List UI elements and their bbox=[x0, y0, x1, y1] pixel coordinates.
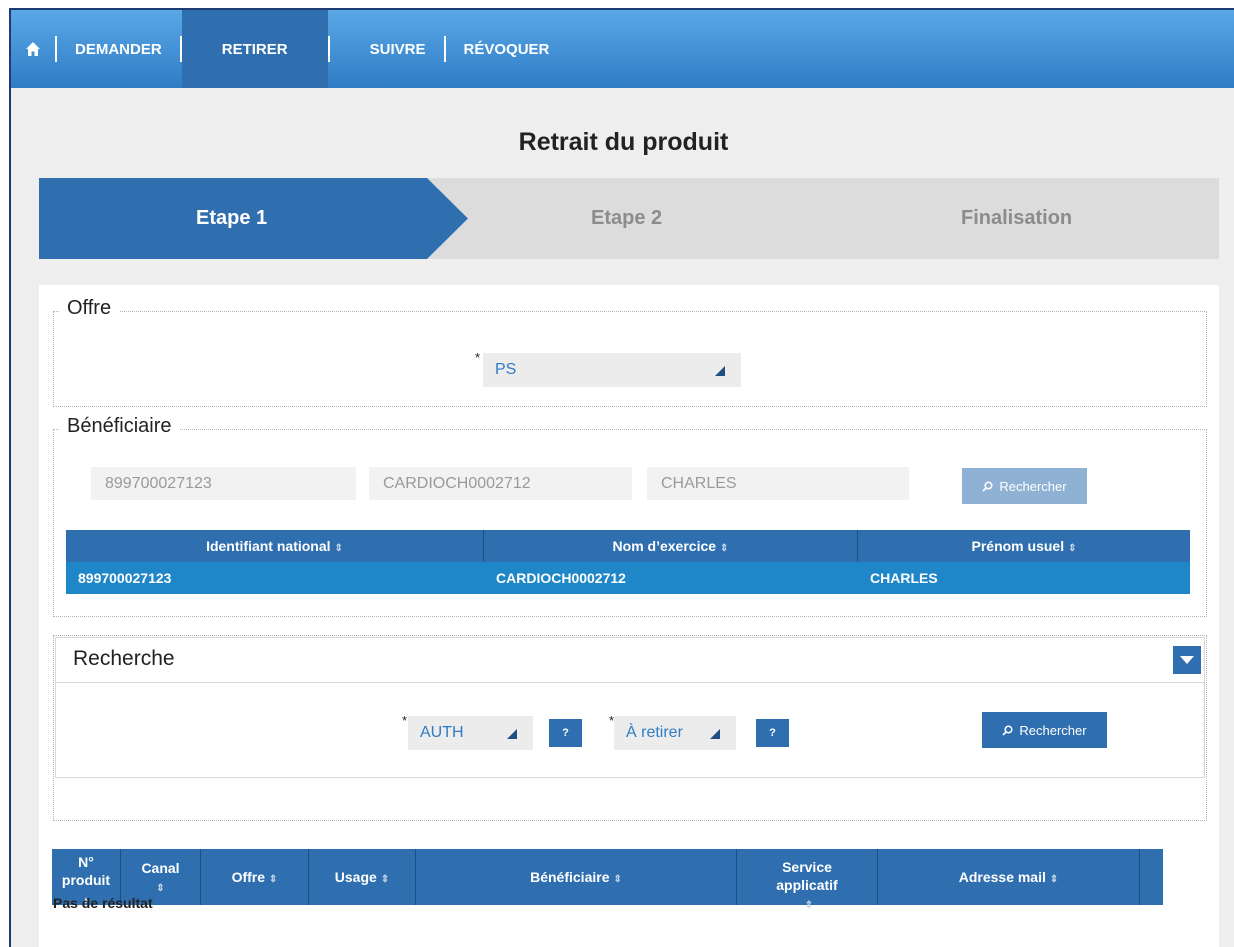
recherche-header: Recherche bbox=[56, 638, 1204, 683]
offre-select[interactable]: PS bbox=[483, 353, 741, 387]
nav-item-demander[interactable]: DEMANDER bbox=[57, 10, 180, 88]
column-label: Service applicatif bbox=[776, 859, 838, 893]
chevron-down-icon bbox=[1180, 655, 1194, 664]
offre-legend: Offre bbox=[59, 297, 120, 320]
sort-icon: ⇕ bbox=[156, 883, 165, 894]
dropdown-arrow-icon bbox=[715, 366, 725, 376]
recherche-panel: Recherche * AUTH ? * À retirer ? Recherc… bbox=[55, 637, 1205, 778]
type-select[interactable]: AUTH bbox=[408, 716, 533, 750]
column-header-prenom[interactable]: Prénom usuel ⇕ bbox=[858, 530, 1190, 562]
column-header-nom[interactable]: Nom d’exercice ⇕ bbox=[484, 530, 858, 562]
home-button[interactable] bbox=[11, 10, 55, 88]
recherche-search-button[interactable]: Rechercher bbox=[982, 712, 1107, 748]
search-icon bbox=[1002, 724, 1013, 736]
sort-icon: ⇕ bbox=[380, 874, 390, 885]
column-header-spacer bbox=[1140, 849, 1163, 905]
search-icon bbox=[982, 480, 993, 492]
status-help-button[interactable]: ? bbox=[756, 719, 789, 747]
step-finalisation: Finalisation bbox=[961, 207, 1073, 229]
status-select-value: À retirer bbox=[626, 724, 683, 741]
search-button-label: Rechercher bbox=[999, 478, 1067, 494]
status-select[interactable]: À retirer bbox=[614, 716, 736, 750]
type-select-value: AUTH bbox=[420, 724, 464, 741]
beneficiaire-search-button[interactable]: Rechercher bbox=[962, 468, 1087, 504]
table-row[interactable]: 899700027123 CARDIOCH0002712 CHARLES bbox=[66, 562, 1190, 594]
collapse-button[interactable] bbox=[1173, 646, 1201, 674]
column-label: Usage bbox=[334, 869, 377, 885]
column-label: Offre bbox=[231, 869, 266, 885]
beneficiaire-table: Identifiant national ⇕ Nom d’exercice ⇕ Pr… bbox=[66, 530, 1190, 594]
recherche-title: Recherche bbox=[73, 647, 175, 670]
step-2: Etape 2 bbox=[591, 207, 663, 229]
column-header-adresse-mail[interactable]: Adresse mail ⇕ bbox=[878, 849, 1140, 905]
sort-icon: ⇕ bbox=[613, 874, 622, 885]
dropdown-arrow-icon bbox=[710, 729, 720, 739]
column-label: N° produit bbox=[61, 854, 111, 888]
nav-item-suivre[interactable]: SUIVRE bbox=[330, 10, 444, 88]
column-label: Bénéficiaire bbox=[530, 869, 610, 885]
column-header-offre[interactable]: Offre ⇕ bbox=[201, 849, 309, 905]
type-help-button[interactable]: ? bbox=[549, 719, 582, 747]
nav-item-revoquer[interactable]: RÉVOQUER bbox=[446, 10, 568, 88]
column-label: Adresse mail bbox=[958, 869, 1046, 885]
nom-exercice-input[interactable]: CARDIOCH0002712 bbox=[369, 467, 632, 500]
column-header-service[interactable]: Service applicatif ⇕ bbox=[737, 849, 878, 911]
offre-select-value: PS bbox=[495, 361, 517, 378]
column-header-identifiant[interactable]: Identifiant national ⇕ bbox=[66, 530, 484, 562]
required-mark: * bbox=[402, 713, 408, 728]
results-table-header: N° produit ▲ Canal ⇕ Offre ⇕ Usage ⇕ Bénéf… bbox=[52, 849, 1207, 911]
dropdown-arrow-icon bbox=[507, 729, 517, 739]
sort-icon: ⇕ bbox=[804, 900, 814, 911]
top-nav: DEMANDER RETIRER SUIVRE RÉVOQUER bbox=[11, 10, 1234, 88]
main-panel: Offre * PS Bénéficiaire 899700027123 CAR… bbox=[39, 285, 1219, 947]
sort-icon: ⇕ bbox=[1049, 874, 1059, 885]
prenom-usuel-input[interactable]: CHARLES bbox=[647, 467, 909, 500]
step-1: Etape 1 bbox=[196, 207, 268, 229]
page-title: Retrait du produit bbox=[518, 128, 729, 156]
column-label: Canal bbox=[141, 860, 180, 876]
column-header-usage[interactable]: Usage ⇕ bbox=[309, 849, 416, 905]
search-button-label: Rechercher bbox=[1019, 722, 1087, 738]
app-frame: DEMANDER RETIRER SUIVRE RÉVOQUER Retrait… bbox=[9, 8, 1234, 947]
required-mark: * bbox=[475, 350, 481, 365]
nav-item-retirer[interactable]: RETIRER bbox=[181, 10, 328, 88]
home-icon bbox=[26, 42, 40, 56]
stepper: Etape 1 Etape 2 Finalisation bbox=[39, 178, 1219, 259]
beneficiaire-legend: Bénéficiaire bbox=[59, 415, 180, 438]
empty-results-message: Pas de résultat bbox=[53, 895, 153, 911]
sort-icon: ⇕ bbox=[269, 874, 278, 885]
cell-nom: CARDIOCH0002712 bbox=[484, 562, 858, 594]
cell-identifiant: 899700027123 bbox=[66, 562, 484, 594]
column-header-beneficiaire[interactable]: Bénéficiaire ⇕ bbox=[416, 849, 737, 905]
cell-prenom: CHARLES bbox=[858, 562, 1190, 594]
identifiant-national-input[interactable]: 899700027123 bbox=[91, 467, 356, 500]
